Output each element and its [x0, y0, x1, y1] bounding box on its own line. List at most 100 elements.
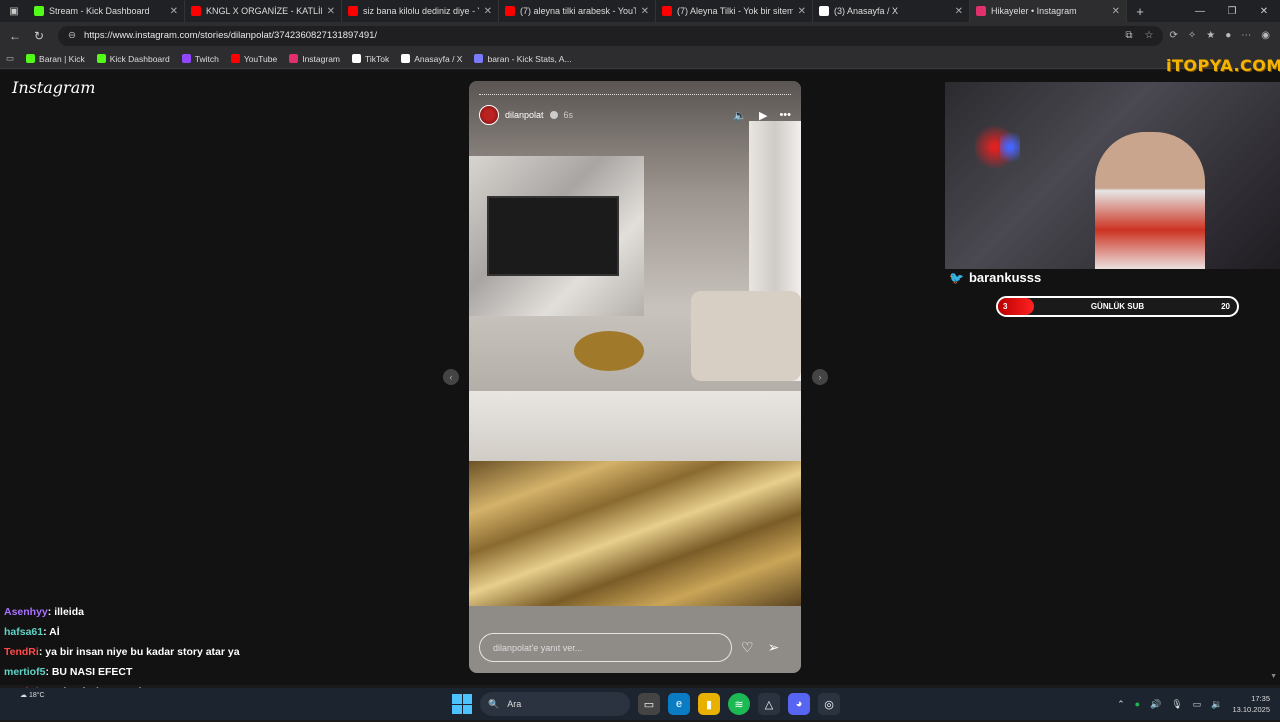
file-explorer-icon[interactable]: ▮	[698, 693, 720, 715]
taskbar-search[interactable]: 🔍 Ara	[480, 692, 630, 716]
tab-favicon-icon	[819, 6, 829, 16]
copilot-icon[interactable]: ◉	[1261, 30, 1270, 41]
weather-icon: ☁	[20, 692, 27, 699]
bookmark-item[interactable]: Baran | Kick	[26, 54, 85, 64]
favorite-star-icon[interactable]: ☆	[1145, 30, 1154, 41]
profile-avatar[interactable]: ●	[1225, 30, 1231, 41]
tab-title: (7) Aleyna Tilki - Yok bir sitemim	[677, 6, 793, 16]
clock-date: 13.10.2025	[1232, 705, 1270, 714]
chat-username: mertiof5	[4, 666, 46, 678]
tab-title: Hikayeler • Instagram	[991, 6, 1077, 16]
bookmark-item[interactable]: Instagram	[289, 54, 340, 64]
tab-close-icon[interactable]: ✕	[955, 6, 963, 17]
play-icon[interactable]: ▶	[759, 109, 767, 122]
weather-widget[interactable]: ☁ 18°C	[20, 691, 45, 699]
clock[interactable]: 17:35 13.10.2025	[1232, 693, 1270, 715]
favorites-icon[interactable]: ★	[1206, 30, 1215, 41]
search-icon: 🔍	[488, 698, 500, 709]
address-bar-row: ← ↻ ⊖ https://www.instagram.com/stories/…	[0, 22, 1280, 49]
chat-username: TendRi	[4, 646, 39, 658]
tab-close-icon[interactable]: ✕	[1112, 6, 1120, 17]
share-send-icon[interactable]: ➢	[768, 639, 780, 656]
tab-close-icon[interactable]: ✕	[327, 6, 335, 17]
discord-icon[interactable]: ◕	[788, 693, 810, 715]
refresh-extension-icon[interactable]: ⟳	[1169, 30, 1177, 41]
bookmark-label: Twitch	[194, 53, 219, 64]
browser-tab[interactable]: Stream - Kick Dashboard ✕	[28, 0, 185, 22]
url-text: https://www.instagram.com/stories/dilanp…	[83, 30, 378, 41]
sub-goal-label: GÜNLÜK SUB	[1090, 302, 1145, 311]
bookmark-favicon-icon	[230, 54, 240, 63]
bookmark-item[interactable]: Kick Dashboard	[96, 53, 170, 64]
tab-close-icon[interactable]: ✕	[798, 6, 806, 17]
tab-close-icon[interactable]: ✕	[484, 6, 492, 17]
bookmark-label: baran - Kick Stats, A...	[487, 53, 572, 64]
sponsor-logo: iTOPYA.COM	[1166, 56, 1280, 75]
close-window-button[interactable]: ✕	[1248, 0, 1280, 22]
microphone-icon[interactable]: 🎙	[1171, 699, 1182, 710]
instagram-logo[interactable]: Instagram	[12, 78, 95, 97]
tab-close-icon[interactable]: ✕	[641, 6, 649, 17]
more-menu-icon[interactable]: ⋯	[1241, 30, 1251, 41]
previous-story-button[interactable]: ‹	[443, 369, 459, 385]
next-story-button[interactable]: ›	[812, 369, 828, 385]
browser-tab[interactable]: siz bana kilolu dediniz diye - You ✕	[342, 0, 499, 22]
new-tab-button[interactable]: +	[1127, 0, 1153, 22]
volume-icon[interactable]: 🔊	[1150, 699, 1161, 710]
story-header: dilanpolat 6s 🔈 ▶ •••	[479, 105, 791, 125]
browser-tab[interactable]: Hikayeler • Instagram ✕	[970, 0, 1127, 22]
back-button[interactable]: ←	[6, 27, 24, 45]
mute-icon[interactable]: 🔈	[733, 109, 747, 122]
maximize-button[interactable]: ❐	[1216, 0, 1248, 22]
extensions-icon[interactable]: ✧	[1188, 30, 1196, 41]
bookmark-item[interactable]: baran - Kick Stats, A...	[474, 53, 572, 64]
clock-time: 17:35	[1251, 694, 1270, 703]
like-heart-icon[interactable]: ♡	[741, 639, 754, 656]
story-username[interactable]: dilanpolat	[505, 110, 544, 120]
chat-text: : Aİ	[43, 626, 60, 638]
tray-expand-icon[interactable]: ⌃	[1117, 699, 1125, 710]
start-button[interactable]	[452, 694, 472, 714]
sub-goal-target: 20	[1221, 302, 1230, 311]
taskbar-apps: 🔍 Ara ▭ e ▮ ≋ △ ◕ ◎	[452, 692, 840, 716]
bookmarks-toggle-icon[interactable]: ▭	[6, 53, 14, 64]
webcam-overlay	[945, 82, 1280, 269]
app-available-icon[interactable]: ⧉	[1125, 30, 1132, 41]
scroll-down-icon[interactable]: ▼	[1270, 673, 1277, 680]
story-reply-input[interactable]: dilanpolat'e yanıt ver...	[479, 633, 732, 662]
bookmark-label: Kick Dashboard	[109, 53, 170, 64]
browser-tab[interactable]: (3) Anasayfa / X ✕	[813, 0, 970, 22]
edge-icon[interactable]: e	[668, 693, 690, 715]
story-actions: ♡ ➢	[741, 639, 779, 656]
bookmark-item[interactable]: Anasayfa / X	[401, 54, 462, 64]
browser-tab[interactable]: KNGL X ORGANİZE - KATLİHAV 4 ✕	[185, 0, 342, 22]
status-dot-icon[interactable]: ●	[1135, 699, 1140, 709]
bookmark-item[interactable]: YouTube	[230, 54, 277, 64]
task-view-icon[interactable]: ▭	[638, 693, 660, 715]
story-author-avatar[interactable]	[479, 105, 499, 125]
browser-tab[interactable]: (7) Aleyna Tilki - Yok bir sitemim ✕	[656, 0, 813, 22]
reload-button[interactable]: ↻	[30, 27, 48, 45]
bookmark-label: Anasayfa / X	[414, 53, 463, 64]
tab-actions-icon[interactable]: ▣	[0, 0, 28, 22]
display-icon[interactable]: ▭	[1193, 699, 1202, 710]
bookmark-item[interactable]: TikTok	[352, 54, 389, 64]
tab-bar: ▣ Stream - Kick Dashboard ✕ KNGL X ORGANİZ…	[0, 0, 1280, 22]
address-bar[interactable]: ⊖ https://www.instagram.com/stories/dila…	[58, 25, 1164, 46]
browser-tab[interactable]: (7) aleyna tilki arabesk - YouTube ✕	[499, 0, 656, 22]
speaker-icon[interactable]: 🔉	[1211, 699, 1222, 710]
app-icon-triangle[interactable]: △	[758, 693, 780, 715]
story-age: 6s	[563, 110, 574, 120]
spotify-icon[interactable]: ≋	[728, 693, 750, 715]
site-info-icon[interactable]: ⊖	[68, 30, 76, 41]
tab-title: siz bana kilolu dediniz diye - You	[363, 6, 479, 16]
bookmark-favicon-icon	[181, 54, 191, 63]
bookmark-item[interactable]: Twitch	[181, 53, 219, 64]
minimize-button[interactable]: —	[1184, 0, 1216, 22]
more-options-icon[interactable]: •••	[779, 109, 791, 122]
obs-icon[interactable]: ◎	[818, 693, 840, 715]
bookmark-label: Instagram	[302, 53, 341, 64]
bookmark-label: Baran | Kick	[39, 53, 85, 64]
story-viewer[interactable]: dilanpolat 6s 🔈 ▶ ••• dilanpolat'e yanıt…	[469, 81, 801, 673]
tab-close-icon[interactable]: ✕	[170, 6, 178, 17]
